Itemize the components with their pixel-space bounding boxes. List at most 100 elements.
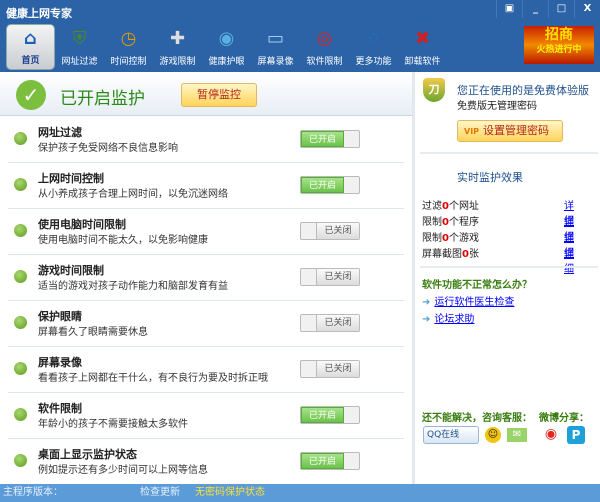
feature-list: 网址过滤 保护孩子免受网络不良信息影响 已开启 上网时间控制 从小养成孩子合理上… <box>0 117 412 485</box>
feature-toggle[interactable]: 已开启 <box>300 452 360 470</box>
status-dot-icon <box>14 454 27 467</box>
feature-desc: 适当的游戏对孩子动作能力和脑部发育有益 <box>38 281 228 292</box>
feature-row: 游戏时间限制 适当的游戏对孩子动作能力和脑部发育有益 已关闭 <box>8 255 404 301</box>
smiley-icon[interactable]: ☺ <box>485 427 501 443</box>
feature-row: 桌面上显示监护状态 例如提示还有多少时间可以上网等信息 已开启 <box>8 439 404 485</box>
check-icon: ✓ <box>16 80 46 110</box>
feature-row: 使用电脑时间限制 使用电脑时间不能太久，以免影响健康 已关闭 <box>8 209 404 255</box>
set-password-label: 设置管理密码 <box>483 124 550 137</box>
feature-toggle[interactable]: 已关闭 <box>300 268 360 286</box>
feature-row: 上网时间控制 从小养成孩子合理上网时间，以免沉迷网络 已开启 <box>8 163 404 209</box>
stat-suffix: 个游戏 <box>448 233 479 244</box>
feature-toggle[interactable]: 已开启 <box>300 176 360 194</box>
toolbar-item[interactable]: ◷ 时间控制 <box>104 24 153 70</box>
stat-suffix: 张 <box>468 249 479 260</box>
toolbar-item[interactable]: ◉ 健康护眼 <box>202 24 251 70</box>
feature-desc: 年龄小的孩子不需要接触太多软件 <box>38 419 188 430</box>
detail-link[interactable]: 详细 <box>564 245 582 275</box>
feature-desc: 看看孩子上网都在干什么，有不良行为要及时拆正哦 <box>38 373 268 384</box>
side-panel: 刀 您正在使用的是免费体验版 免费版无管理密码 VIP 设置管理密码 实时监护效果… <box>412 72 600 484</box>
feature-row: 保护眼睛 屏幕看久了眼睛需要休息 已关闭 <box>8 301 404 347</box>
feature-toggle[interactable]: 已关闭 <box>300 360 360 378</box>
software-disc-icon: ◎ <box>316 27 333 49</box>
stat-suffix: 个网址 <box>448 201 479 212</box>
toolbar: ⌂ 首页 ⛨ 网址过滤 ◷ 时间控制 ✚ 游戏限制 ◉ 健康护眼 ▭ 屏幕录像 ◎ 软件限制 ⁘ 更多功能 ✖ 卸… <box>0 22 600 72</box>
toolbar-item-label: 健康护眼 <box>208 57 245 67</box>
status-dot-icon <box>14 408 27 421</box>
skin-button[interactable]: ▣ <box>496 0 522 18</box>
feature-title: 屏幕录像 <box>38 356 82 369</box>
feature-row: 屏幕录像 看看孩子上网都在干什么，有不良行为要及时拆正哦 已关闭 <box>8 347 404 393</box>
toolbar-item-label: 游戏限制 <box>159 57 196 67</box>
status-dot-icon <box>14 316 27 329</box>
ad-banner[interactable]: 招商 火热进行中 <box>524 26 594 64</box>
qq-online-button[interactable]: QQ在线 <box>423 426 479 444</box>
toolbar-item[interactable]: ◎ 软件限制 <box>300 24 349 70</box>
toolbar-item[interactable]: ✖ 卸载软件 <box>398 24 447 70</box>
status-dot-icon <box>14 224 27 237</box>
feature-toggle[interactable]: 已开启 <box>300 130 360 148</box>
check-update-link[interactable]: 检查更新 <box>140 484 180 502</box>
tencent-weibo-icon[interactable]: P <box>567 426 585 444</box>
toolbar-item[interactable]: ⛨ 网址过滤 <box>55 24 104 70</box>
effect-title: 实时监护效果 <box>457 171 523 184</box>
mail-icon[interactable]: ✉ <box>507 428 527 442</box>
toggle-label: 已开启 <box>301 177 344 193</box>
toolbar-item[interactable]: ⁘ 更多功能 <box>349 24 398 70</box>
stat-prefix: 屏幕截图 <box>422 249 462 260</box>
stat-count: 0 <box>442 217 449 228</box>
toolbar-item[interactable]: ⌂ 首页 <box>6 24 55 70</box>
pause-monitor-button[interactable]: 暂停监控 <box>181 83 257 107</box>
run-doctor-link[interactable]: 运行软件医生检查 <box>434 297 514 308</box>
toolbar-item-label: 时间控制 <box>110 57 147 67</box>
forum-help-link[interactable]: 论坛求助 <box>434 314 474 325</box>
status-dot-icon <box>14 132 27 145</box>
status-dot-icon <box>14 270 27 283</box>
feature-toggle[interactable]: 已关闭 <box>300 314 360 332</box>
feature-toggle[interactable]: 已关闭 <box>300 222 360 240</box>
status-dot-icon <box>14 362 27 375</box>
feature-title: 游戏时间限制 <box>38 264 104 277</box>
feature-row: 软件限制 年龄小的孩子不需要接触太多软件 已开启 <box>8 393 404 439</box>
version-title: 您正在使用的是免费体验版 <box>457 84 589 97</box>
toolbar-item-label: 网址过滤 <box>61 57 98 67</box>
toggle-label: 已关闭 <box>316 269 359 285</box>
feature-desc: 例如提示还有多少时间可以上网等信息 <box>38 465 208 476</box>
feature-title: 软件限制 <box>38 402 82 415</box>
minimize-button[interactable]: _ <box>522 0 548 18</box>
set-password-button[interactable]: VIP 设置管理密码 <box>457 120 563 142</box>
feature-toggle[interactable]: 已开启 <box>300 406 360 424</box>
eye-icon: ◉ <box>218 27 235 49</box>
qq-label: QQ在线 <box>427 430 460 440</box>
version-label: 主程序版本： <box>3 487 63 498</box>
close-button[interactable]: X <box>574 0 600 18</box>
version-subtitle: 免费版无管理密码 <box>457 101 537 112</box>
stat-count: 0 <box>442 233 449 244</box>
feature-title: 保护眼睛 <box>38 310 82 323</box>
toolbar-item[interactable]: ✚ 游戏限制 <box>153 24 202 70</box>
status-bar: 主程序版本： 检查更新 无密码保护状态 <box>0 484 600 502</box>
divider <box>420 266 598 268</box>
stat-count: 0 <box>442 201 449 212</box>
share-label: 微博分享： <box>539 413 589 424</box>
feature-title: 桌面上显示监护状态 <box>38 448 137 461</box>
feature-desc: 使用电脑时间不能太久，以免影响健康 <box>38 235 208 246</box>
vip-icon: VIP <box>464 127 480 136</box>
protect-status[interactable]: 无密码保护状态 <box>195 484 265 502</box>
toolbar-item[interactable]: ▭ 屏幕录像 <box>251 24 300 70</box>
status-dot-icon <box>14 178 27 191</box>
stat-prefix: 过滤 <box>422 201 442 212</box>
toggle-label: 已关闭 <box>316 315 359 331</box>
toolbar-item-label: 首页 <box>21 56 40 66</box>
ad-text: 招商 <box>545 27 573 43</box>
stat-row: 屏幕截图0张 详细 <box>422 245 582 275</box>
window-title: 健康上网专家 <box>6 7 72 20</box>
toolbar-item-label: 软件限制 <box>306 57 343 67</box>
arrow-icon: ➜ <box>422 297 431 308</box>
clock-icon: ◷ <box>120 27 137 49</box>
toolbar-item-label: 更多功能 <box>355 57 392 67</box>
maximize-button[interactable]: □ <box>548 0 574 18</box>
feature-desc: 从小养成孩子合理上网时间，以免沉迷网络 <box>38 189 228 200</box>
monitor-icon: ▭ <box>266 27 284 49</box>
weibo-icon[interactable]: ◉ <box>541 426 561 444</box>
